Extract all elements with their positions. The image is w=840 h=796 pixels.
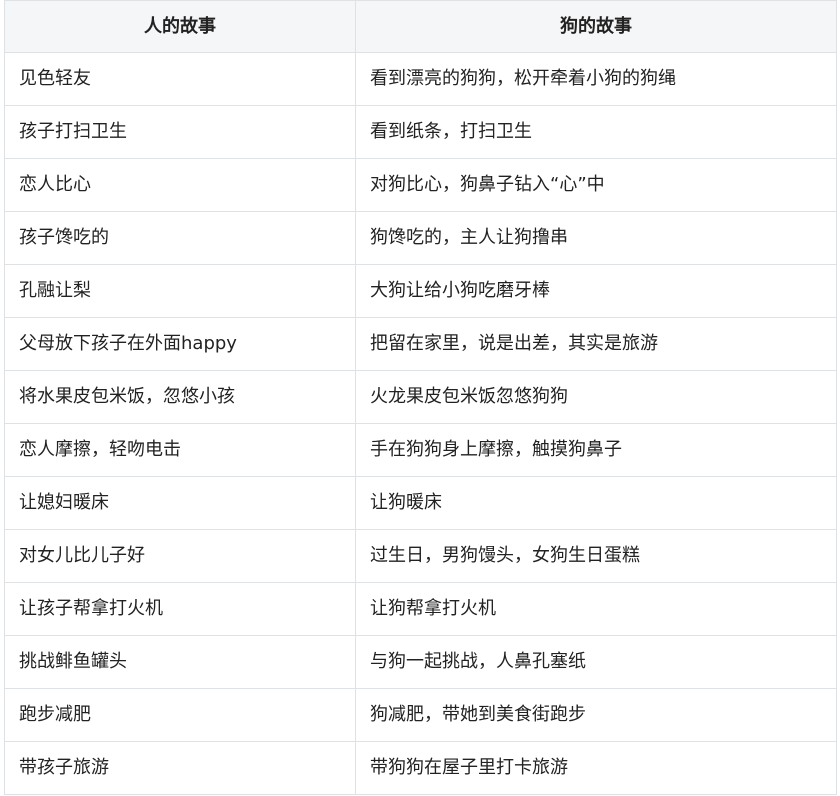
table-row: 恋人比心 对狗比心，狗鼻子钻入“心”中 (4, 158, 837, 212)
human-story-cell: 对女儿比儿子好 (4, 529, 356, 583)
dog-story-cell: 把留在家里，说是出差，其实是旅游 (355, 317, 837, 371)
table-row: 对女儿比儿子好 过生日，男狗馒头，女狗生日蛋糕 (4, 529, 837, 583)
human-story-cell: 将水果皮包米饭，忽悠小孩 (4, 370, 356, 424)
human-story-cell: 父母放下孩子在外面happy (4, 317, 356, 371)
human-story-cell: 恋人比心 (4, 158, 356, 212)
dog-story-cell: 让狗暖床 (355, 476, 837, 530)
story-comparison-table: 人的故事 狗的故事 见色轻友 看到漂亮的狗狗，松开牵着小狗的狗绳 孩子打扫卫生 … (4, 0, 837, 795)
story-table-container: 人的故事 狗的故事 见色轻友 看到漂亮的狗狗，松开牵着小狗的狗绳 孩子打扫卫生 … (4, 0, 837, 795)
dog-story-cell: 看到漂亮的狗狗，松开牵着小狗的狗绳 (355, 52, 837, 106)
human-story-cell: 挑战鲱鱼罐头 (4, 635, 356, 689)
dog-story-cell: 手在狗狗身上摩擦，触摸狗鼻子 (355, 423, 837, 477)
dog-story-cell: 火龙果皮包米饭忽悠狗狗 (355, 370, 837, 424)
table-row: 孩子馋吃的 狗馋吃的，主人让狗撸串 (4, 211, 837, 265)
dog-story-cell: 狗馋吃的，主人让狗撸串 (355, 211, 837, 265)
human-story-cell: 恋人摩擦，轻吻电击 (4, 423, 356, 477)
table-row: 挑战鲱鱼罐头 与狗一起挑战，人鼻孔塞纸 (4, 635, 837, 689)
table-row: 跑步减肥 狗减肥，带她到美食街跑步 (4, 688, 837, 742)
table-row: 父母放下孩子在外面happy 把留在家里，说是出差，其实是旅游 (4, 317, 837, 371)
dog-story-cell: 大狗让给小狗吃磨牙棒 (355, 264, 837, 318)
table-row: 见色轻友 看到漂亮的狗狗，松开牵着小狗的狗绳 (4, 52, 837, 106)
dog-story-cell: 与狗一起挑战，人鼻孔塞纸 (355, 635, 837, 689)
dog-story-cell: 让狗帮拿打火机 (355, 582, 837, 636)
header-human-story: 人的故事 (4, 0, 356, 53)
table-row: 恋人摩擦，轻吻电击 手在狗狗身上摩擦，触摸狗鼻子 (4, 423, 837, 477)
table-header-row: 人的故事 狗的故事 (4, 0, 837, 53)
header-dog-story: 狗的故事 (355, 0, 837, 53)
human-story-cell: 孩子馋吃的 (4, 211, 356, 265)
dog-story-cell: 过生日，男狗馒头，女狗生日蛋糕 (355, 529, 837, 583)
human-story-cell: 带孩子旅游 (4, 741, 356, 795)
human-story-cell: 见色轻友 (4, 52, 356, 106)
table-row: 让媳妇暖床 让狗暖床 (4, 476, 837, 530)
table-row: 孔融让梨 大狗让给小狗吃磨牙棒 (4, 264, 837, 318)
human-story-cell: 孩子打扫卫生 (4, 105, 356, 159)
human-story-cell: 跑步减肥 (4, 688, 356, 742)
table-row: 让孩子帮拿打火机 让狗帮拿打火机 (4, 582, 837, 636)
table-row: 将水果皮包米饭，忽悠小孩 火龙果皮包米饭忽悠狗狗 (4, 370, 837, 424)
human-story-cell: 让媳妇暖床 (4, 476, 356, 530)
dog-story-cell: 看到纸条，打扫卫生 (355, 105, 837, 159)
human-story-cell: 孔融让梨 (4, 264, 356, 318)
human-story-cell: 让孩子帮拿打火机 (4, 582, 356, 636)
table-row: 带孩子旅游 带狗狗在屋子里打卡旅游 (4, 741, 837, 795)
dog-story-cell: 带狗狗在屋子里打卡旅游 (355, 741, 837, 795)
table-row: 孩子打扫卫生 看到纸条，打扫卫生 (4, 105, 837, 159)
dog-story-cell: 狗减肥，带她到美食街跑步 (355, 688, 837, 742)
dog-story-cell: 对狗比心，狗鼻子钻入“心”中 (355, 158, 837, 212)
